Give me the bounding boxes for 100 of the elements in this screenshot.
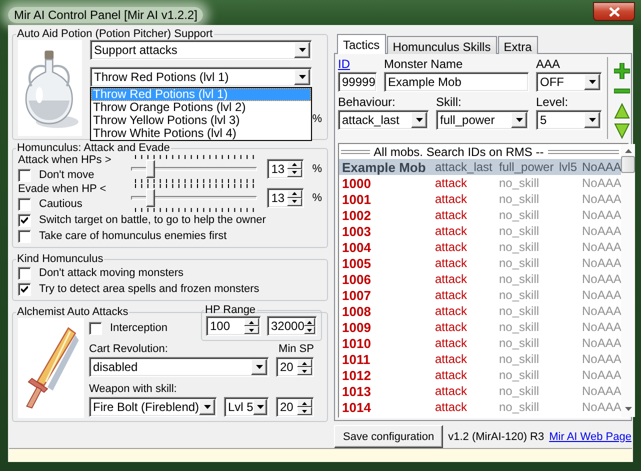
slider-thumb[interactable]: [146, 160, 156, 178]
save-button[interactable]: Save configuration: [334, 425, 444, 448]
table-cell-text: 1004: [342, 240, 372, 254]
table-cell-text: no_skill: [499, 256, 540, 270]
skill-dropdown[interactable]: full_power: [436, 110, 529, 130]
checkbox[interactable]: [18, 230, 31, 242]
table-cell-text: attack: [435, 288, 468, 302]
checkbox-label: Try to detect area spells and frozen monsters: [39, 283, 260, 295]
table-cell-text: 1011: [342, 352, 372, 366]
down-arrow-icon: [292, 200, 298, 203]
table-cell: NoAAA: [582, 320, 622, 334]
table-cell-text: attack: [435, 240, 468, 254]
slider-track[interactable]: [131, 160, 258, 178]
scroll-down-icon[interactable]: [624, 407, 632, 411]
up-arrow-icon: [307, 320, 312, 324]
tab[interactable]: Extra: [498, 36, 538, 54]
up-arrow-icon: [249, 320, 254, 324]
number-field[interactable]: 100: [206, 316, 261, 336]
table-cell-text: no_skill: [499, 304, 540, 318]
close-button[interactable]: [593, 2, 635, 21]
table-cell-text: Example Mob: [342, 160, 427, 174]
plus-icon[interactable]: [614, 63, 630, 79]
aaa-dropdown[interactable]: OFF: [536, 72, 602, 92]
checkbox[interactable]: [18, 282, 31, 296]
table-cell: NoAAA: [582, 240, 622, 254]
checkbox-label: Take care of homunculus enemies first: [39, 230, 227, 242]
caret-icon: [256, 405, 264, 409]
table-cell-text: attack: [435, 192, 468, 206]
tab[interactable]: Homunculus Skills: [386, 36, 497, 54]
checkbox-label: Switch target on battle, to go to help the owner: [39, 214, 266, 226]
field-label: Weapon with skill:: [89, 383, 178, 395]
number-field[interactable]: 20: [276, 397, 314, 417]
table-cell-text: no_skill: [499, 176, 540, 190]
up-triangle-icon[interactable]: [614, 103, 630, 119]
field-label: Min SP: [278, 343, 314, 355]
checkbox[interactable]: [89, 322, 102, 334]
checkbox[interactable]: [18, 214, 31, 226]
check-icon: [21, 216, 28, 224]
field-label: Level:: [536, 95, 570, 109]
window-title: Mir AI Control Panel [Mir AI v1.2.2]: [8, 7, 204, 23]
down-triangle-icon[interactable]: [614, 123, 630, 139]
table-cell-text: no_skill: [499, 208, 540, 222]
table-cell-text: no_skill: [499, 400, 540, 414]
level-dropdown[interactable]: 5: [536, 110, 602, 130]
checkbox[interactable]: [18, 168, 31, 182]
caret-icon: [298, 75, 306, 79]
table-cell-text: attack: [435, 320, 468, 334]
table-cell-text: attack: [435, 352, 468, 366]
behaviour-dropdown[interactable]: attack_last: [338, 110, 429, 130]
id-link[interactable]: ID: [338, 57, 377, 71]
field-label: Skill:: [436, 95, 462, 109]
table-cell: NoAAA: [582, 352, 622, 366]
check-icon: [21, 286, 28, 292]
table-cell-text: no_skill: [499, 288, 540, 302]
version-text: v1.2 (MirAI-120) R3: [448, 430, 544, 442]
level-dropdown[interactable]: Lvl 5: [224, 397, 269, 417]
checkbox-label: Don't attack moving monsters: [39, 267, 184, 279]
caret-icon: [588, 118, 596, 122]
close-icon: [608, 6, 620, 16]
down-arrow-icon: [292, 171, 298, 174]
cart-revolution-dropdown[interactable]: disabled: [89, 357, 269, 377]
monster-name-field[interactable]: Example Mob: [384, 72, 529, 92]
scroll-up-icon[interactable]: [624, 149, 632, 153]
slider-track[interactable]: [131, 188, 258, 206]
table-cell-text: attack: [435, 400, 468, 414]
tab[interactable]: Tactics: [337, 34, 386, 54]
list-row[interactable]: Example Mob attack_last full_power lvl5 NoAAA: [339, 159, 622, 175]
web-page-link[interactable]: Mir AI Web Page: [549, 430, 632, 442]
slider-label: Attack when HPs >: [18, 154, 112, 166]
table-cell-text: attack: [435, 368, 468, 382]
checkbox[interactable]: [18, 198, 31, 210]
number-field[interactable]: 13: [267, 188, 304, 208]
potion-dropdown[interactable]: Throw Red Potions (lvl 1): [90, 67, 312, 87]
number-field[interactable]: 20: [276, 357, 314, 377]
table-cell: NoAAA: [582, 224, 622, 238]
table-cell-text: 1001: [342, 192, 372, 206]
checkbox-label: Cautious: [39, 198, 82, 210]
table-cell-text: no_skill: [499, 224, 540, 238]
scrollbar[interactable]: [621, 144, 636, 417]
table-cell: NoAAA: [582, 400, 622, 414]
weapon-skill-dropdown[interactable]: Fire Bolt (Fireblend): [89, 397, 217, 417]
table-cell-text: attack_last: [435, 160, 494, 174]
slider-thumb[interactable]: [146, 188, 156, 206]
id-field[interactable]: 99999: [338, 72, 377, 92]
down-arrow-icon: [302, 410, 307, 412]
number-field[interactable]: 32000: [267, 316, 317, 336]
field-label: Cart Revolution:: [89, 343, 168, 355]
mode-dropdown[interactable]: Support attacks: [90, 40, 312, 60]
table-cell-text: attack: [435, 336, 468, 350]
checkbox[interactable]: [18, 266, 31, 280]
table-cell-text: attack: [435, 272, 468, 286]
scrollbar-thumb[interactable]: [621, 156, 636, 173]
table-cell-text: attack: [435, 256, 468, 270]
checkbox-label: Interception: [110, 322, 168, 334]
caret-icon: [256, 365, 262, 369]
table-cell-text: lvl5: [559, 160, 578, 174]
number-field[interactable]: 13: [267, 158, 304, 178]
caret-icon: [298, 48, 306, 52]
table-cell: NoAAA: [582, 192, 622, 206]
table-cell: NoAAA: [582, 176, 622, 190]
